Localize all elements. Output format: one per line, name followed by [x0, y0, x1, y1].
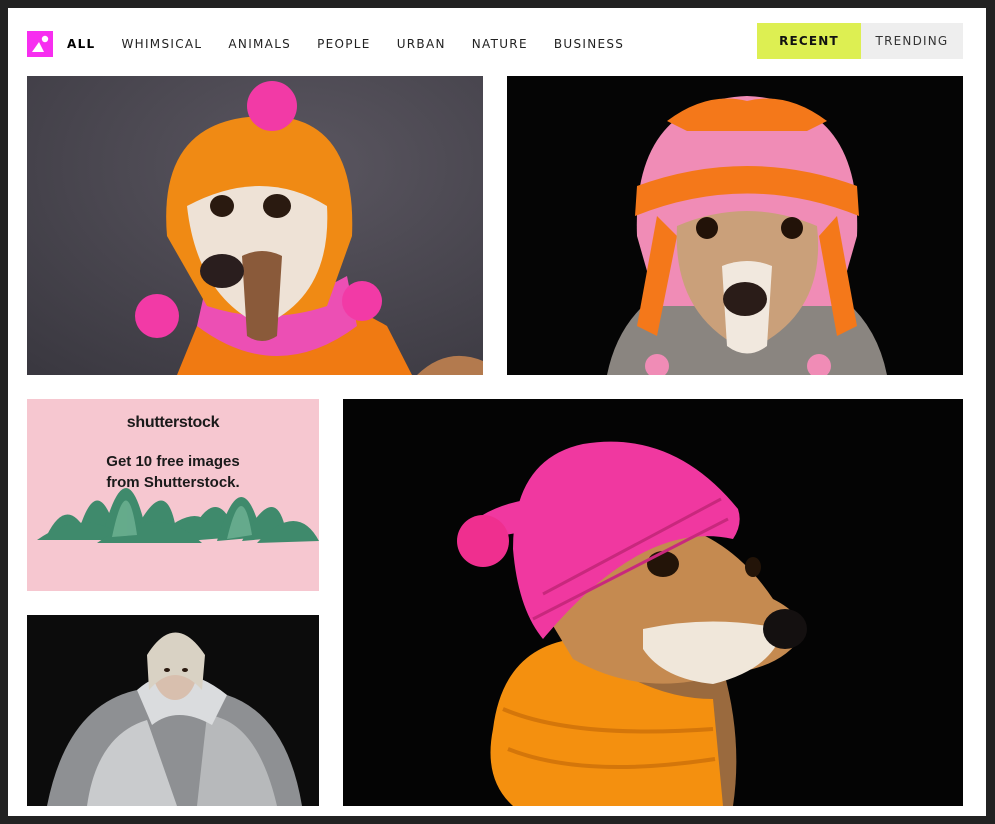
gallery-image-dog-orange-hat[interactable]: [27, 76, 483, 375]
sort-tabs: RECENT TRENDING: [757, 23, 963, 59]
shutterstock-ad[interactable]: shutterstock Get 10 free images from Shu…: [27, 399, 319, 591]
logo-icon[interactable]: [27, 31, 53, 57]
nav-item-all[interactable]: ALL: [67, 36, 95, 52]
nav-item-whimsical[interactable]: WHIMSICAL: [121, 36, 202, 52]
gallery-image-dog-pink-beanie[interactable]: [343, 399, 963, 806]
tab-recent[interactable]: RECENT: [757, 23, 861, 59]
nav-item-people[interactable]: PEOPLE: [317, 36, 371, 52]
nav-item-nature[interactable]: NATURE: [472, 36, 528, 52]
nav-item-urban[interactable]: URBAN: [397, 36, 446, 52]
nav-item-business[interactable]: BUSINESS: [554, 36, 624, 52]
tab-trending[interactable]: TRENDING: [861, 23, 963, 59]
gallery-image-woman-puffer-jacket[interactable]: [27, 615, 319, 806]
nav-item-animals[interactable]: ANIMALS: [228, 36, 291, 52]
category-nav: ALL WHIMSICAL ANIMALS PEOPLE URBAN NATUR…: [67, 36, 650, 52]
succulent-plants-image: [37, 487, 319, 543]
gallery-image-dog-pink-hat[interactable]: [507, 76, 963, 375]
